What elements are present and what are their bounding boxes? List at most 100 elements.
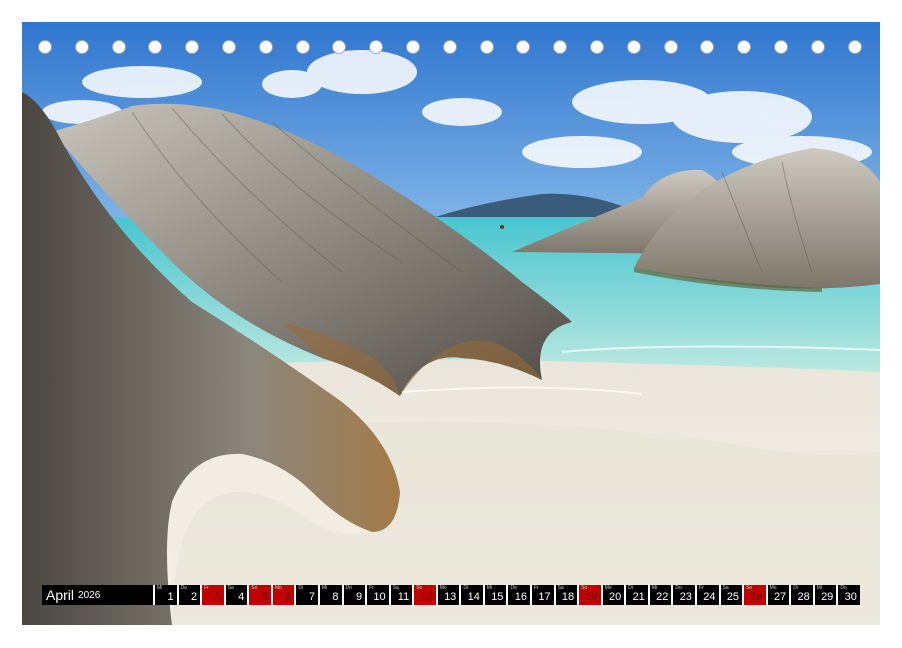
day-number: 30: [844, 591, 857, 603]
year-label: 2026: [78, 589, 101, 601]
day-cell: Di 14: [459, 585, 483, 605]
binding-hole: [737, 40, 752, 54]
day-cell: So 19: [577, 585, 601, 605]
calendar-strip: April 2026 Mi 1 Do 2 Fr 3 Sa 4 So 5 Mo 6 Di 7 Mi 8 Do 9 Fr…: [42, 585, 860, 605]
weekday-label: So: [251, 585, 258, 591]
weekday-label: Mi: [157, 585, 163, 591]
weekday-label: Do: [180, 585, 187, 591]
day-number: 2: [191, 591, 198, 603]
binding-hole: [590, 40, 604, 54]
binding-hole: [369, 40, 384, 54]
binding-hole: [185, 40, 200, 54]
day-number: 10: [373, 591, 386, 603]
binding-hole: [774, 40, 788, 54]
day-cell: Mi 29: [812, 585, 837, 605]
day-cell: Di 7: [294, 585, 318, 605]
binding-hole: [810, 40, 825, 54]
day-number: 8: [332, 591, 339, 603]
day-number: 17: [538, 591, 551, 603]
day-number: 14: [467, 591, 480, 603]
day-number: 21: [632, 591, 645, 603]
day-cell: Fr 17: [530, 585, 554, 605]
binding-hole: [38, 40, 52, 54]
day-cell: Di 28: [789, 585, 813, 605]
day-number: 26: [750, 591, 763, 603]
day-number: 1: [167, 591, 174, 603]
day-cell: Do 23: [671, 585, 695, 605]
day-cell: Mo 13: [435, 585, 460, 605]
day-cell: Do 2: [176, 585, 201, 605]
day-number: 6: [285, 591, 292, 603]
weekday-label: Mi: [321, 585, 328, 591]
binding-hole: [553, 40, 568, 54]
day-cell: Mo 27: [765, 585, 790, 605]
day-number: 28: [797, 591, 810, 603]
day-cell: Mo 6: [270, 585, 295, 605]
day-number: 19: [585, 591, 598, 603]
binding-hole: [295, 40, 310, 54]
beach-photo: [22, 22, 880, 625]
binding-hole: [700, 40, 715, 54]
binding-hole: [847, 40, 862, 54]
binding-hole: [406, 40, 420, 54]
day-number: 24: [703, 591, 716, 603]
binding-hole: [258, 40, 273, 54]
day-number: 18: [561, 591, 575, 603]
day-cell: Do 16: [506, 585, 530, 605]
day-number: 15: [491, 591, 504, 603]
day-number: 20: [609, 591, 622, 603]
day-cell: Mo 20: [600, 585, 625, 605]
day-cell: Mi 8: [317, 585, 342, 605]
day-cell: Do 30: [836, 585, 860, 605]
month-name: April: [46, 587, 75, 603]
day-cell: Fr 10: [365, 585, 389, 605]
weekday-label: Sa: [227, 585, 234, 591]
binding-hole: [442, 40, 457, 54]
day-number: 25: [726, 591, 740, 603]
day-cell: So 12: [412, 585, 436, 605]
binding-hole: [479, 40, 494, 54]
day-number: 3: [214, 591, 221, 603]
calendar-page: April 2026 Mi 1 Do 2 Fr 3 Sa 4 So 5 Mo 6 Di 7 Mi 8 Do 9 Fr…: [22, 22, 880, 625]
day-cell: Sa 18: [553, 585, 578, 605]
binding-hole: [111, 40, 126, 54]
day-number: 13: [444, 591, 457, 603]
day-cell: Di 21: [624, 585, 648, 605]
day-cell: Do 9: [341, 585, 366, 605]
day-cell: So 5: [247, 585, 271, 605]
weekday-label: Di: [298, 585, 304, 591]
day-number: 29: [821, 591, 834, 603]
binding-hole: [626, 40, 641, 54]
day-cell: Fr 3: [200, 585, 224, 605]
day-number: 11: [397, 591, 410, 603]
day-number: 22: [656, 591, 669, 603]
weekday-label: Fr: [204, 585, 209, 591]
day-cells: Mi 1 Do 2 Fr 3 Sa 4 So 5 Mo 6 Di 7 Mi 8 Do 9 Fr 10 Sa 11 So 12 M…: [153, 585, 860, 605]
binding-hole: [74, 40, 89, 54]
day-number: 7: [308, 591, 315, 603]
day-cell: Mi 22: [647, 585, 672, 605]
day-number: 12: [420, 591, 433, 603]
day-number: 5: [261, 591, 268, 603]
day-cell: So 26: [742, 585, 766, 605]
day-cell: Fr 24: [694, 585, 719, 605]
binding-hole: [516, 40, 531, 54]
weekday-label: Do: [345, 585, 352, 591]
day-number: 4: [238, 591, 245, 603]
day-number: 27: [773, 591, 787, 603]
day-cell: Sa 4: [223, 585, 248, 605]
day-cell: Sa 25: [718, 585, 743, 605]
day-number: 23: [679, 591, 692, 603]
binding-hole: [332, 40, 347, 54]
binding-hole: [148, 40, 163, 54]
swimmer: [500, 225, 504, 229]
weekday-label: Mo: [274, 585, 282, 591]
day-cell: Mi 1: [153, 585, 177, 605]
day-number: 16: [514, 591, 527, 603]
month-label: April 2026: [42, 585, 153, 605]
binding-holes: [38, 40, 868, 56]
day-cell: Sa 11: [388, 585, 413, 605]
day-cell: Mi 15: [482, 585, 507, 605]
binding-hole: [663, 40, 678, 54]
binding-hole: [222, 40, 236, 54]
